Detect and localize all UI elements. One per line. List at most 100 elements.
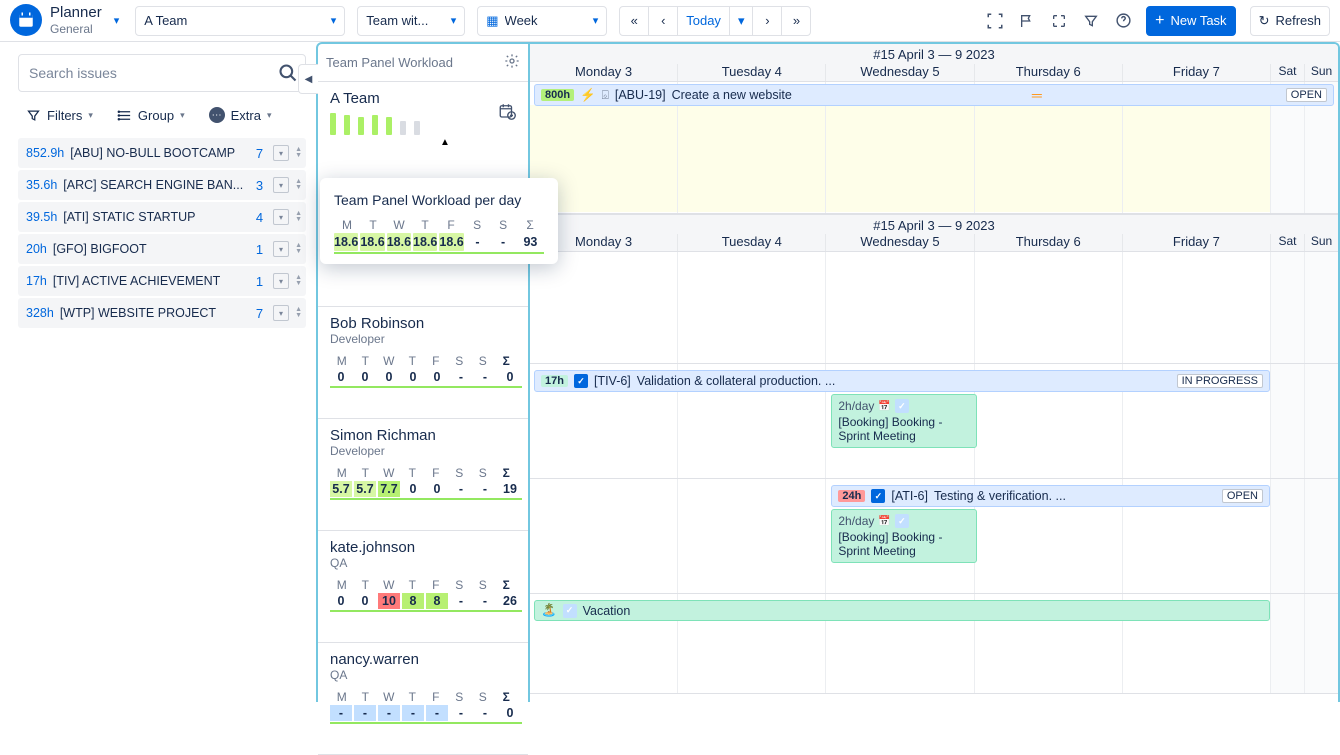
project-hours: 852.9h [26, 146, 64, 160]
sort-icon[interactable]: ▲▼ [295, 179, 302, 191]
vacation-label: Vacation [583, 604, 631, 618]
group-button[interactable]: Group ▾ [109, 100, 193, 130]
nav-prev-button[interactable]: ‹ [648, 6, 678, 36]
flag-icon[interactable] [1018, 12, 1036, 30]
extra-button[interactable]: ⋯Extra ▾ [201, 100, 280, 130]
booking-hours: 2h/day [838, 399, 874, 413]
project-row[interactable]: 328h[WTP] WEBSITE PROJECT7▾▲▼ [18, 298, 306, 328]
nav-last-button[interactable]: » [781, 6, 811, 36]
panel-collapse-button[interactable]: ◀ [298, 64, 318, 94]
checkbox-icon: ✓ [871, 489, 885, 503]
project-row[interactable]: 35.6h[ARC] SEARCH ENGINE BAN...3▾▲▼ [18, 170, 306, 200]
vacation-bar[interactable]: 🏝️ ✓ Vacation [534, 600, 1270, 621]
nav-first-button[interactable]: « [619, 6, 649, 36]
project-count: 1 [252, 274, 267, 289]
booking-kate[interactable]: 2h/day📅✓ [Booking] Booking - Sprint Meet… [831, 509, 976, 563]
range-select[interactable]: ▦ Week ▾ [477, 6, 607, 36]
nav-today-button[interactable]: Today [677, 6, 730, 36]
task-key: [ATI-6] [891, 489, 928, 503]
project-name: [ABU] NO-BULL BOOTCAMP [70, 146, 246, 160]
project-row[interactable]: 17h[TIV] ACTIVE ACHIEVEMENT1▾▲▼ [18, 266, 306, 296]
expand-icon[interactable] [1050, 12, 1068, 30]
team-name: A Team [330, 90, 518, 107]
filter-icon[interactable] [1082, 12, 1100, 30]
day-header: Sun [1304, 234, 1338, 251]
tooltip-title: Team Panel Workload per day [334, 192, 544, 208]
task-abu-19[interactable]: 800h ⚡ ⌺ [ABU-19] Create a new website ═… [534, 84, 1334, 106]
app-dropdown-icon[interactable]: ▾ [110, 10, 124, 31]
group-label: Group [138, 108, 174, 123]
project-menu-icon[interactable]: ▾ [273, 145, 289, 161]
sort-icon[interactable]: ▲▼ [295, 275, 302, 287]
task-ati-6[interactable]: 24h ✓ [ATI-6] Testing & verification. ..… [831, 485, 1270, 507]
search-icon[interactable] [278, 63, 298, 86]
user-role: QA [330, 556, 518, 570]
project-count: 7 [252, 146, 267, 161]
day-header: Friday 7 [1122, 64, 1270, 81]
project-menu-icon[interactable]: ▾ [273, 273, 289, 289]
filters-label: Filters [47, 108, 82, 123]
checkbox-icon: ✓ [895, 399, 909, 413]
task-status: OPEN [1286, 88, 1327, 102]
project-hours: 20h [26, 242, 47, 256]
project-menu-icon[interactable]: ▾ [273, 177, 289, 193]
checkbox-icon: ✓ [574, 374, 588, 388]
help-icon[interactable] [1114, 12, 1132, 30]
booking-icon: 📅 [878, 516, 890, 527]
project-menu-icon[interactable]: ▾ [273, 241, 289, 257]
project-name: [WTP] WEBSITE PROJECT [60, 306, 246, 320]
day-header: Sat [1270, 64, 1304, 81]
epic-icon: ⚡ [580, 88, 596, 103]
team-lane: 800h ⚡ ⌺ [ABU-19] Create a new website ═… [530, 82, 1338, 214]
new-task-button[interactable]: +New Task [1146, 6, 1235, 36]
add-period-icon[interactable] [498, 102, 516, 123]
user-name: Bob Robinson [330, 315, 518, 332]
sort-icon[interactable]: ▲▼ [295, 307, 302, 319]
sort-icon[interactable]: ▲▼ [295, 147, 302, 159]
task-tiv-6[interactable]: 17h ✓ [TIV-6] Validation & collateral pr… [534, 370, 1270, 392]
scan-icon[interactable] [986, 12, 1004, 30]
week-label: #15 April 3 — 9 2023 [530, 47, 1338, 62]
sort-icon[interactable]: ▲▼ [295, 243, 302, 255]
gear-icon[interactable] [504, 53, 520, 72]
refresh-button[interactable]: ↻ Refresh [1250, 6, 1330, 36]
project-row[interactable]: 852.9h [ABU] NO-BULL BOOTCAMP 7 ▾ ▲▼ [18, 138, 306, 168]
top-toolbar: Planner General ▾ A Team ▾ Team wit... ▾… [0, 0, 1340, 42]
team-select[interactable]: A Team ▾ [135, 6, 345, 36]
priority-icon: ═ [1032, 87, 1042, 103]
day-header: Monday 3 [530, 64, 677, 81]
project-name: [ARC] SEARCH ENGINE BAN... [63, 178, 246, 192]
chevron-down-icon: ▾ [451, 14, 457, 27]
calendar: #15 April 3 — 9 2023 Monday 3Tuesday 4We… [530, 42, 1340, 702]
project-menu-icon[interactable]: ▾ [273, 209, 289, 225]
search-input[interactable] [18, 54, 306, 92]
app-title: Planner [50, 4, 102, 22]
checkbox-icon: ✓ [895, 514, 909, 528]
nav-today-dropdown[interactable]: ▾ [729, 6, 754, 36]
project-name: [GFO] BIGFOOT [53, 242, 246, 256]
project-list: 852.9h[ABU] NO-BULL BOOTCAMP7▾▲▼35.6h[AR… [18, 138, 306, 328]
week-label-2: #15 April 3 — 9 2023 [530, 218, 1338, 233]
mode-select[interactable]: Team wit... ▾ [357, 6, 465, 36]
project-row[interactable]: 20h[GFO] BIGFOOT1▾▲▼ [18, 234, 306, 264]
calendar-header-1: #15 April 3 — 9 2023 Monday 3Tuesday 4We… [530, 44, 1338, 82]
booking-simon[interactable]: 2h/day📅✓ [Booking] Booking - Sprint Meet… [831, 394, 976, 448]
team-panel: ◀ Team Panel Workload A Team ▲ Bob Robin… [316, 42, 530, 702]
task-key: [TIV-6] [594, 374, 631, 388]
project-menu-icon[interactable]: ▾ [273, 305, 289, 321]
day-header: Sun [1304, 64, 1338, 81]
sort-icon[interactable]: ▲▼ [295, 211, 302, 223]
day-header: Wednesday 5 [825, 234, 973, 251]
user-name: kate.johnson [330, 539, 518, 556]
user-role: Developer [330, 332, 518, 346]
user-row: Simon RichmanDeveloperMTWTFSSΣ5.75.77.70… [318, 419, 528, 531]
nav-next-button[interactable]: › [752, 6, 782, 36]
user-role: QA [330, 668, 518, 682]
project-row[interactable]: 39.5h[ATI] STATIC STARTUP4▾▲▼ [18, 202, 306, 232]
task-title: Validation & collateral production. ... [637, 374, 836, 388]
app-subtitle: General [50, 22, 102, 36]
task-hours: 24h [838, 490, 865, 502]
project-name: [TIV] ACTIVE ACHIEVEMENT [53, 274, 246, 288]
project-count: 7 [252, 306, 267, 321]
filters-button[interactable]: Filters ▾ [18, 100, 101, 130]
